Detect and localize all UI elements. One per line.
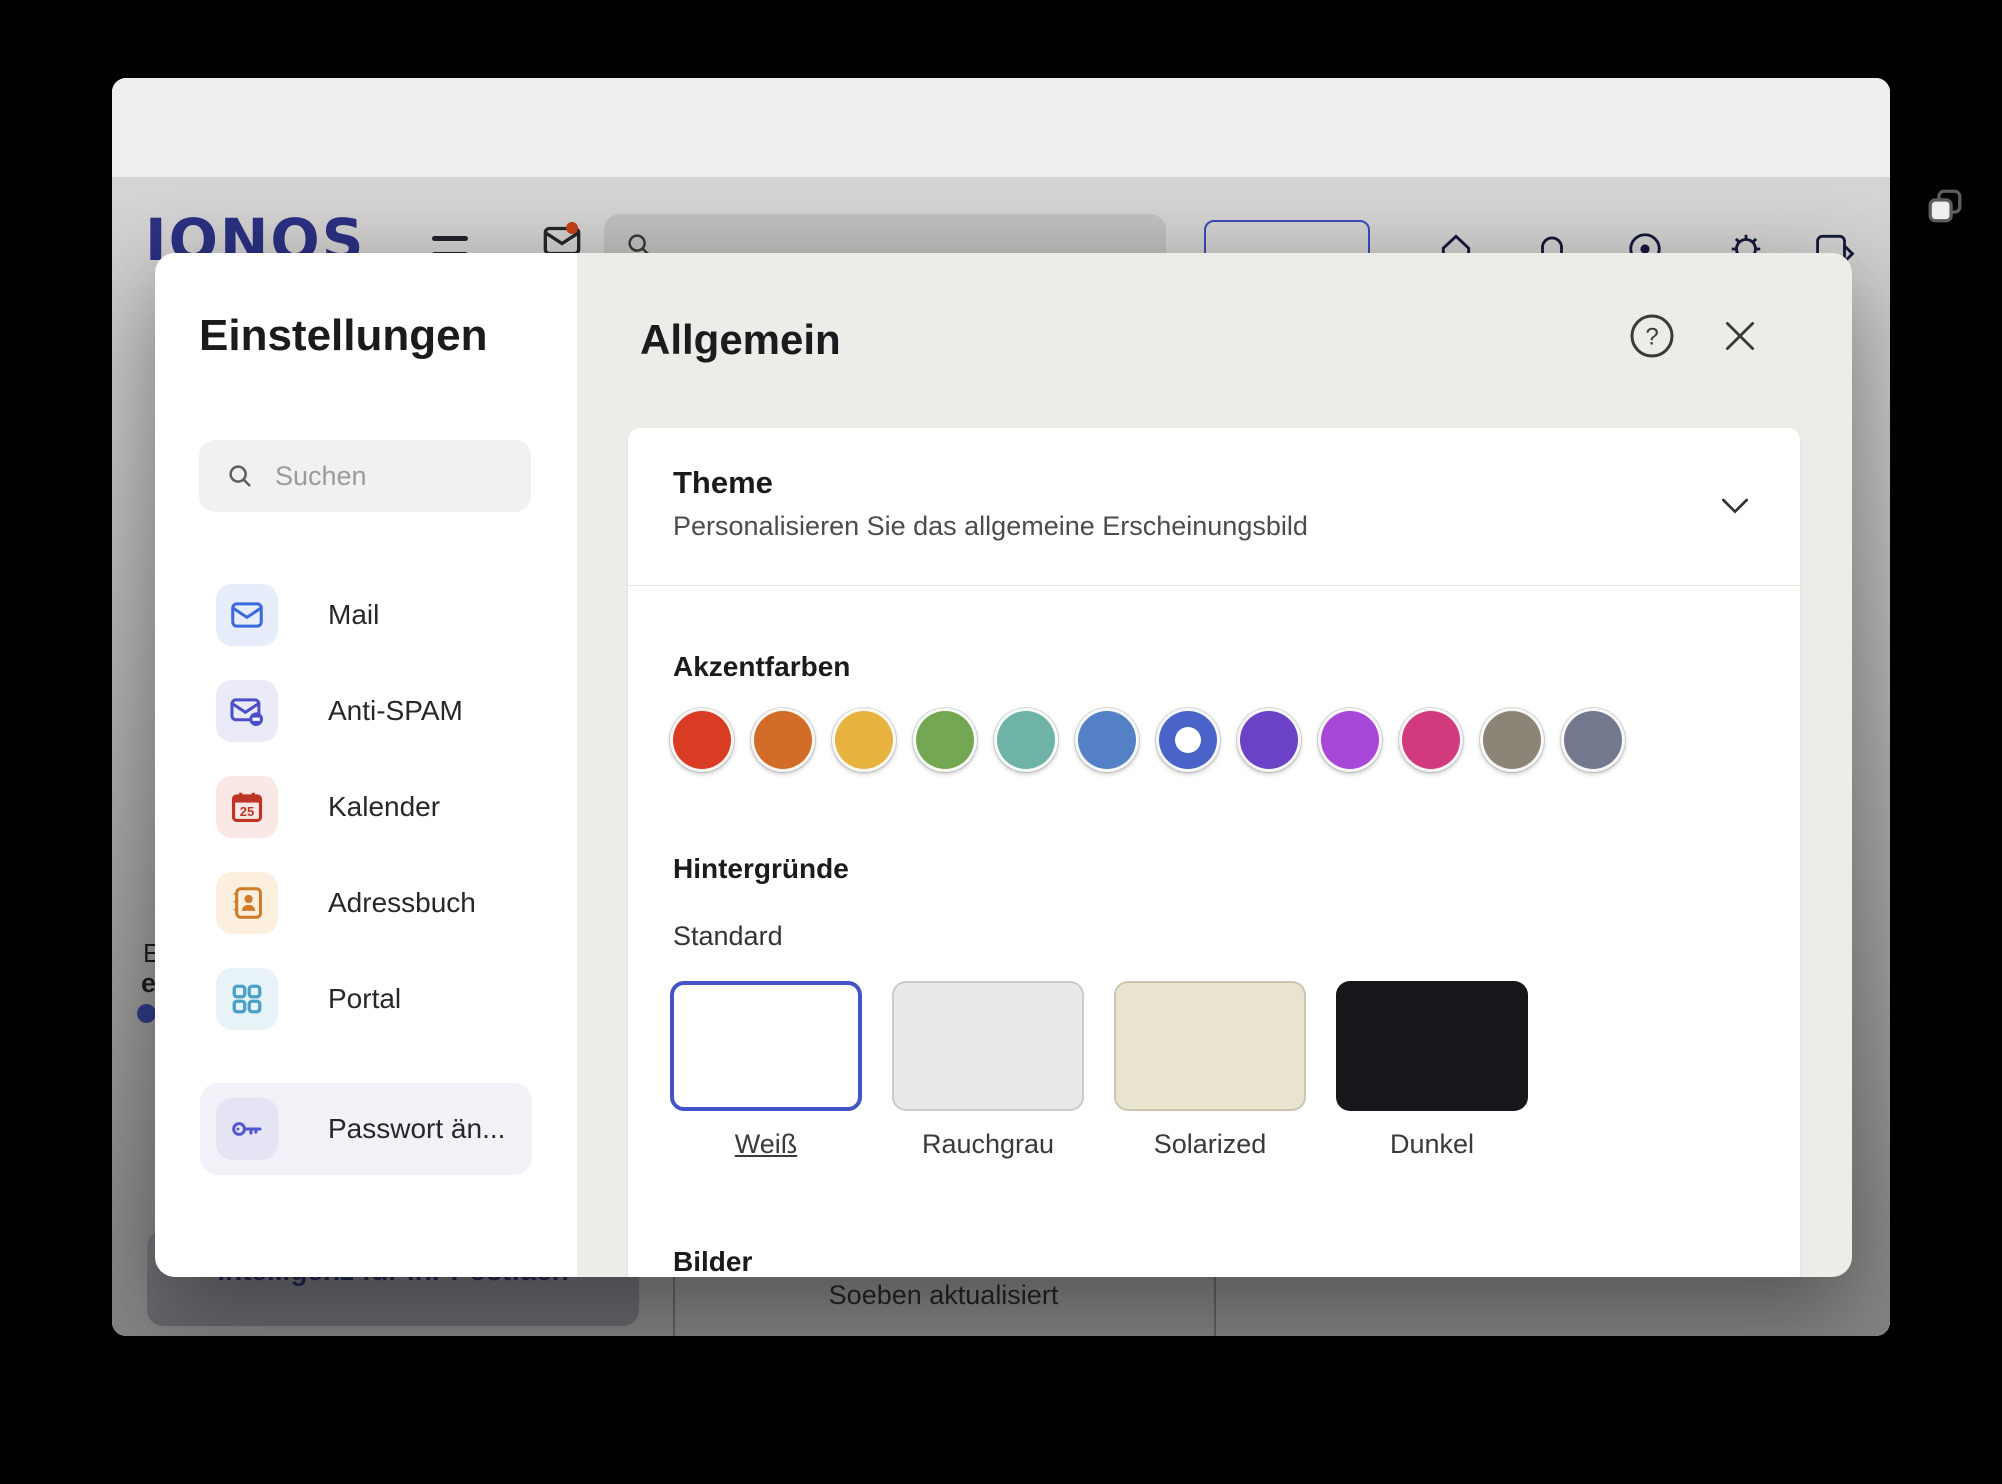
accent-color-swatch[interactable] (913, 708, 977, 772)
background-swatch (1336, 981, 1528, 1111)
browser-toolbar: Rathaus email.ionos.de (112, 78, 1890, 178)
page-content-area: IONOS E e Intelligenz für Ihr Postfach S… (112, 178, 1890, 1336)
images-label: Bilder (673, 1246, 752, 1277)
close-icon[interactable] (1721, 317, 1759, 355)
background-options-row: Weiß Rauchgrau Solarized Dunkel (670, 981, 1528, 1160)
accent-color-swatch[interactable] (670, 708, 734, 772)
search-input[interactable] (273, 460, 497, 493)
background-option-weiss[interactable]: Weiß (670, 981, 862, 1160)
collapse-chevron-icon[interactable] (1715, 485, 1755, 525)
theme-section-subtitle: Personalisieren Sie das allgemeine Ersch… (673, 511, 1308, 542)
background-swatch (1114, 981, 1306, 1111)
svg-text:?: ? (1645, 323, 1658, 350)
search-icon (225, 461, 255, 491)
calendar-icon: 25 (216, 776, 278, 838)
sidebar-item-mail[interactable]: Mail (155, 584, 577, 676)
svg-text:25: 25 (240, 804, 254, 819)
sidebar-item-portal[interactable]: Portal (155, 968, 577, 1060)
help-icon[interactable]: ? (1628, 312, 1676, 360)
background-swatch (892, 981, 1084, 1111)
accent-color-swatch[interactable] (1318, 708, 1382, 772)
sidebar-item-kalender[interactable]: 25 Kalender (155, 776, 577, 868)
accent-color-swatch[interactable] (1075, 708, 1139, 772)
standard-label: Standard (673, 921, 783, 952)
selected-indicator (1175, 727, 1201, 753)
accent-color-swatch[interactable] (994, 708, 1058, 772)
portal-grid-icon (216, 968, 278, 1030)
accent-color-swatch[interactable] (1399, 708, 1463, 772)
tab-overview-icon[interactable] (1924, 186, 1966, 226)
background-option-solarized[interactable]: Solarized (1114, 981, 1306, 1160)
sidebar-item-antispam[interactable]: Anti-SPAM (155, 680, 577, 772)
settings-title: Einstellungen (199, 311, 487, 361)
sidebar-item-passwort-aendern[interactable]: Passwort än... (200, 1083, 532, 1175)
backgrounds-label: Hintergründe (673, 853, 849, 885)
accent-colors-label: Akzentfarben (673, 651, 850, 683)
accent-color-swatch[interactable] (751, 708, 815, 772)
settings-modal: Einstellungen Mail (155, 253, 1852, 1277)
background-swatch (670, 981, 862, 1111)
accent-color-swatch[interactable] (1156, 708, 1220, 772)
mail-icon (216, 584, 278, 646)
settings-search[interactable] (199, 440, 531, 512)
background-option-rauchgrau[interactable]: Rauchgrau (892, 981, 1084, 1160)
settings-sidebar: Einstellungen Mail (155, 253, 577, 1277)
accent-color-swatch[interactable] (1237, 708, 1301, 772)
accent-color-swatch[interactable] (1480, 708, 1544, 772)
panel-title: Allgemein (640, 316, 841, 364)
divider (628, 585, 1800, 586)
sidebar-item-adressbuch[interactable]: Adressbuch (155, 872, 577, 964)
accent-color-swatch[interactable] (1561, 708, 1625, 772)
addressbook-icon (216, 872, 278, 934)
key-icon (216, 1098, 278, 1160)
accent-color-row (670, 708, 1625, 772)
theme-section-title: Theme (673, 465, 773, 501)
antispam-icon (216, 680, 278, 742)
accent-color-swatch[interactable] (832, 708, 896, 772)
background-option-dunkel[interactable]: Dunkel (1336, 981, 1528, 1160)
